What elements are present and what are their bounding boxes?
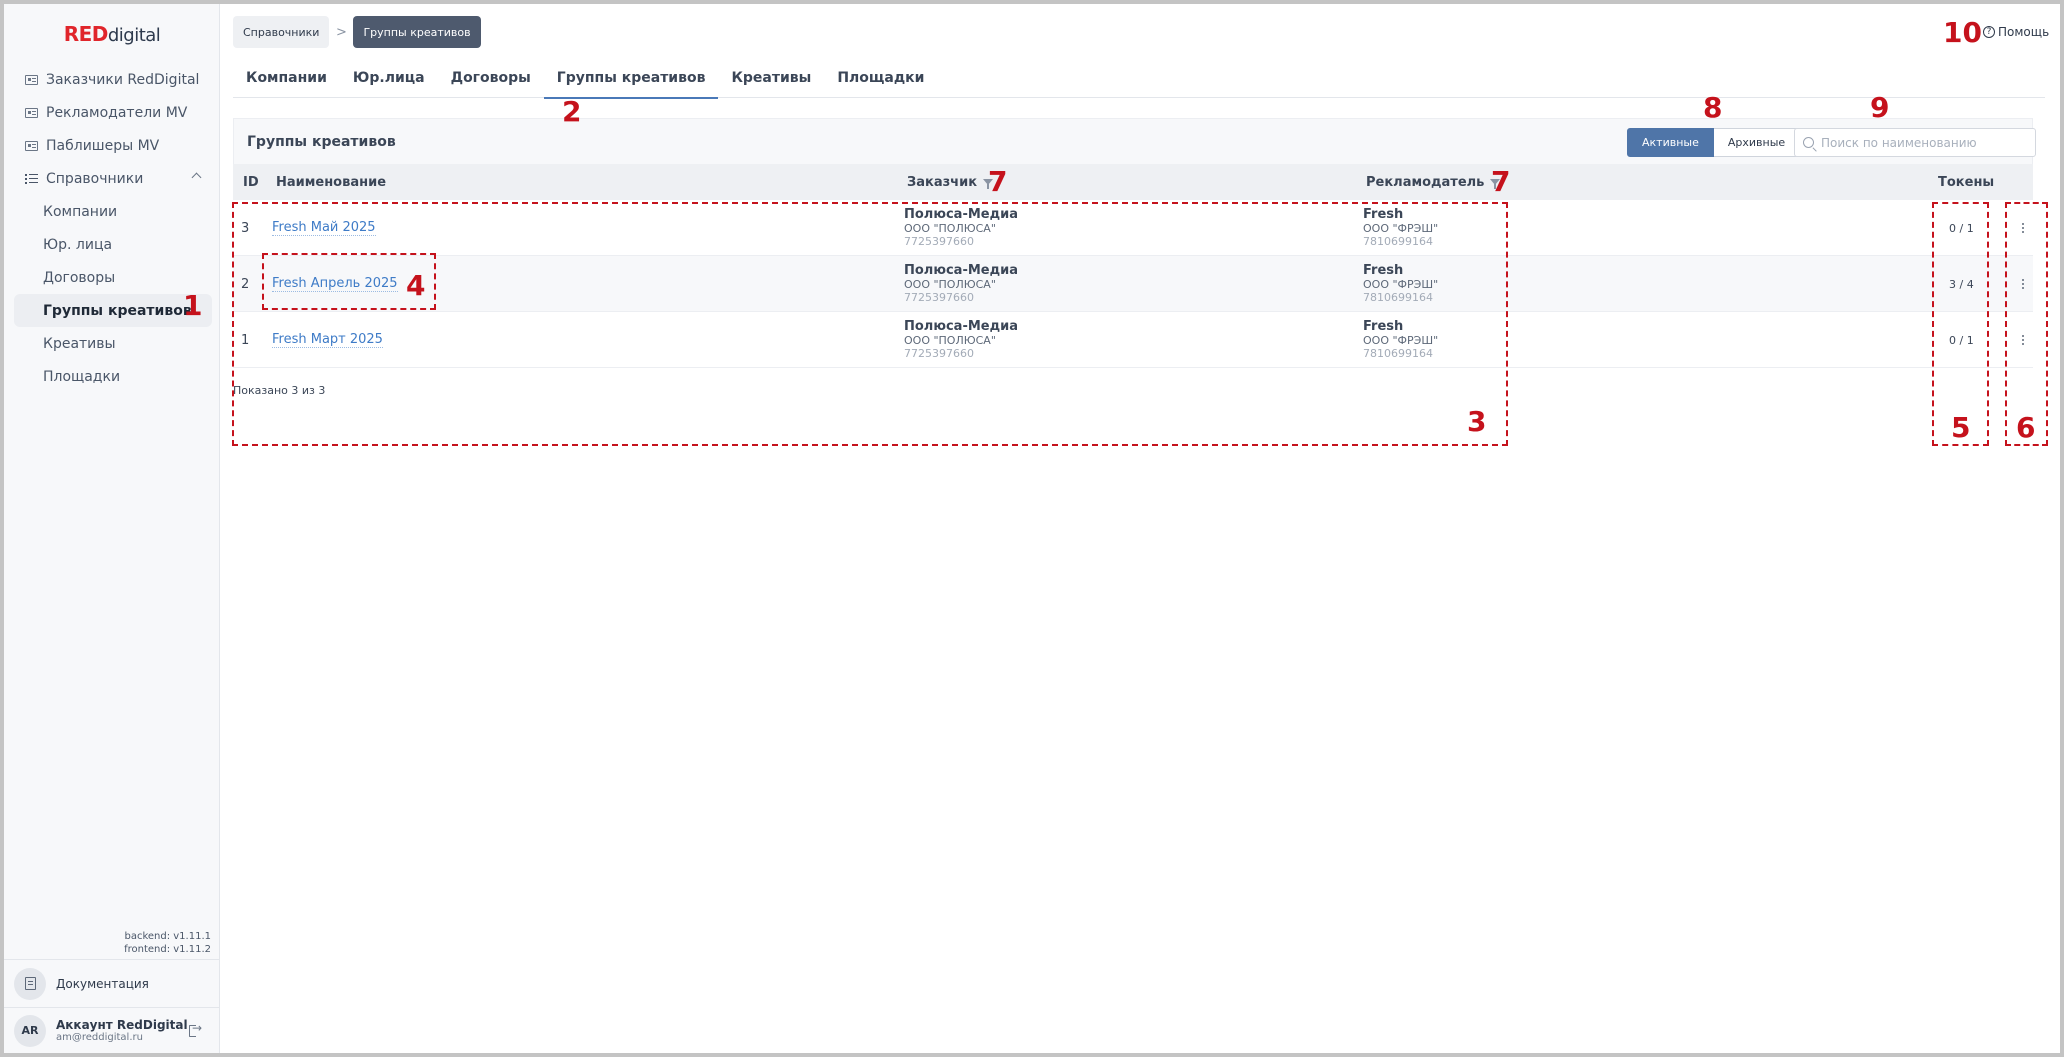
sidebar-subitem-companies[interactable]: Компании (14, 195, 212, 228)
help-button[interactable]: ? Помощь (1983, 25, 2049, 39)
tab-bar: Компании Юр.лица Договоры Группы креатив… (233, 57, 2045, 99)
search-icon (1803, 137, 1814, 148)
help-label: Помощь (1998, 25, 2050, 39)
annotation-number-9: 9 (1870, 91, 1890, 124)
status-toggle: Активные Архивные (1627, 128, 1801, 157)
header-advertiser: Рекламодатель (1366, 164, 1501, 200)
annotation-number-1: 1 (183, 289, 203, 322)
avatar[interactable]: AR (14, 1014, 46, 1047)
sidebar-item-customers[interactable]: Заказчики RedDigital (14, 63, 212, 96)
header-name: Наименование (276, 174, 387, 190)
list-icon (24, 173, 38, 184)
chevron-up-icon[interactable] (191, 172, 202, 183)
annotation-number-5: 5 (1951, 411, 1971, 444)
sidebar-subitem-legal-entities[interactable]: Юр. лица (14, 228, 212, 261)
annotation-number-10: 10 (1943, 16, 1982, 49)
search-input[interactable] (1821, 135, 2021, 150)
tab-creative-groups[interactable]: Группы креативов (543, 57, 719, 99)
card-title: Группы креативов (247, 133, 396, 150)
backend-version: backend: v1.11.1 (124, 931, 211, 942)
breadcrumb: Справочники > Группы креативов (233, 16, 481, 48)
logo-digital: digital (107, 25, 161, 46)
breadcrumb-separator: > (336, 24, 347, 40)
sidebar-item-directories[interactable]: Справочники (14, 162, 212, 195)
annotation-box-6 (2005, 202, 2048, 446)
archived-filter-button[interactable]: Архивные (1713, 128, 1801, 157)
frontend-version: frontend: v1.11.2 (124, 944, 211, 955)
annotation-box-5 (1932, 202, 1989, 446)
version-info: backend: v1.11.1 frontend: v1.11.2 (124, 930, 211, 956)
sidebar: REDdigital Заказчики RedDigital Рекламод… (4, 4, 220, 1053)
sidebar-subitem-creatives[interactable]: Креативы (14, 327, 212, 360)
sidebar-nav: Заказчики RedDigital Рекламодатели MV Па… (14, 63, 212, 393)
logo[interactable]: REDdigital (4, 22, 220, 46)
table-header: ID Наименование Заказчик Рекламодатель Т… (233, 164, 2033, 200)
id-card-icon (24, 107, 38, 118)
sidebar-item-label: Рекламодатели MV (46, 104, 188, 121)
id-card-icon (24, 140, 38, 151)
card-header: Группы креативов Активные Архивные (233, 118, 2036, 164)
account-email: am@reddigital.ru (56, 1032, 143, 1043)
logo-red: RED (63, 22, 109, 46)
search-box (1794, 128, 2036, 157)
header-tokens: Токены (1938, 174, 1995, 190)
question-circle-icon: ? (1983, 26, 1995, 38)
logout-icon[interactable] (189, 1021, 202, 1037)
breadcrumb-directories[interactable]: Справочники (233, 16, 330, 48)
id-card-icon (24, 74, 38, 85)
sidebar-item-publishers[interactable]: Паблишеры MV (14, 129, 212, 162)
annotation-number-3: 3 (1467, 405, 1487, 438)
tab-platforms[interactable]: Площадки (824, 57, 937, 98)
header-id: ID (243, 174, 259, 190)
account-panel: AR Аккаунт RedDigital am@reddigital.ru (4, 1007, 220, 1053)
annotation-number-8: 8 (1703, 91, 1723, 124)
documentation-label: Документация (56, 976, 149, 991)
header-customer-label: Заказчик (907, 174, 978, 190)
sidebar-item-label: Паблишеры MV (46, 137, 160, 154)
header-advertiser-label: Рекламодатель (1366, 174, 1485, 190)
sidebar-item-label: Заказчики RedDigital (46, 71, 200, 88)
active-filter-button[interactable]: Активные (1627, 128, 1714, 157)
tab-contracts[interactable]: Договоры (438, 57, 544, 98)
annotation-number-7: 7 (988, 165, 1008, 198)
tab-legal-entities[interactable]: Юр.лица (340, 57, 438, 98)
document-icon (14, 967, 46, 1000)
documentation-link[interactable]: Документация (4, 959, 220, 1007)
tab-creatives[interactable]: Креативы (718, 57, 824, 98)
account-name: Аккаунт RedDigital (56, 1018, 188, 1032)
sidebar-subitem-platforms[interactable]: Площадки (14, 360, 212, 393)
annotation-box-3 (232, 202, 1508, 446)
annotation-number-6: 6 (2016, 411, 2036, 444)
sidebar-item-label: Справочники (46, 170, 144, 187)
breadcrumb-current[interactable]: Группы креативов (353, 16, 481, 48)
header-customer: Заказчик (907, 164, 994, 200)
tab-companies[interactable]: Компании (233, 57, 340, 98)
annotation-number-2: 2 (562, 95, 582, 128)
sidebar-item-advertisers[interactable]: Рекламодатели MV (14, 96, 212, 129)
annotation-number-4: 4 (406, 269, 426, 302)
annotation-number-7: 7 (1491, 165, 1511, 198)
account-info: Аккаунт RedDigital am@reddigital.ru (56, 1018, 189, 1043)
